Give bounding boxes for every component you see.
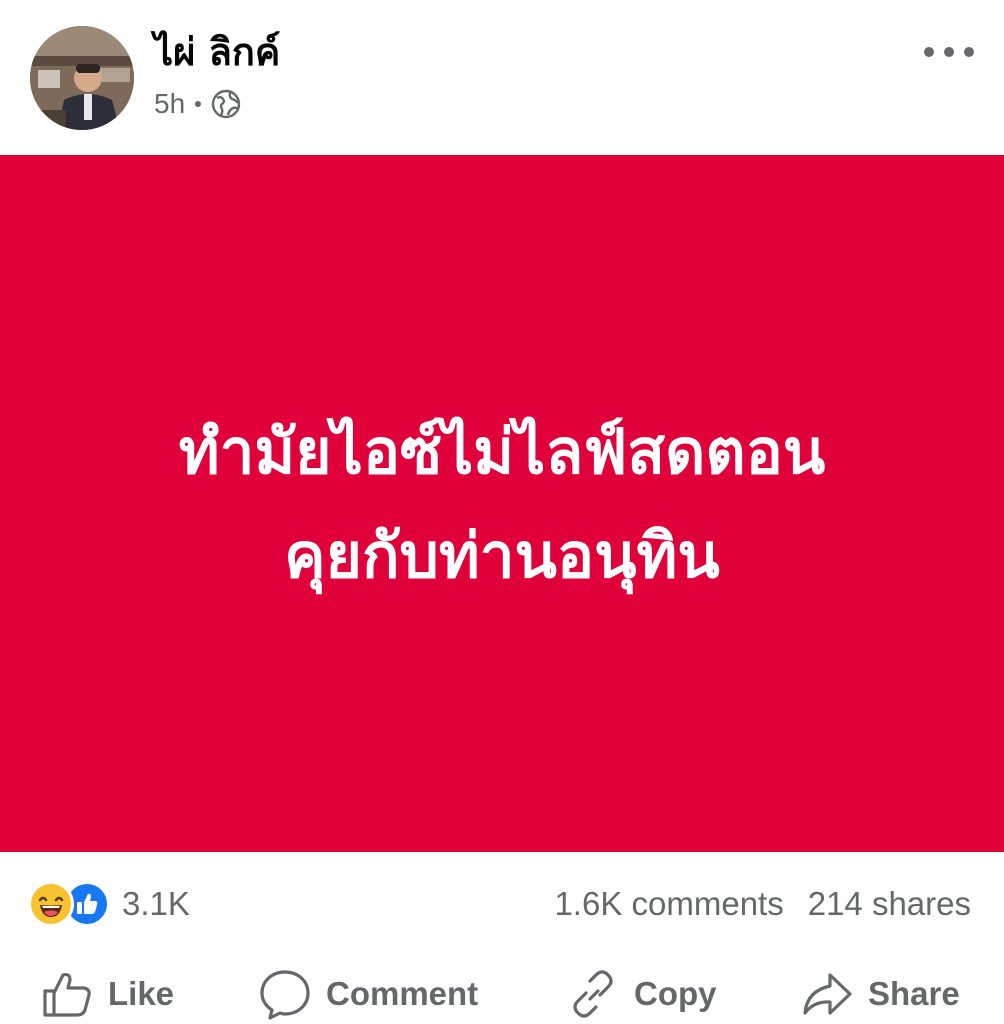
link-icon (573, 970, 613, 1018)
thumbs-up-icon (43, 972, 91, 1017)
post-stats: 3.1K 1.6K comments 214 shares (0, 852, 1004, 952)
shares-count[interactable]: 214 shares (808, 885, 971, 923)
like-label: Like (108, 975, 175, 1012)
share-label: Share (868, 975, 960, 1012)
banner-text-line-2: คุยกับท่านอนุทิน (284, 518, 720, 592)
like-button[interactable]: Like (40, 962, 174, 1024)
author-name[interactable]: ไผ่ ลิกค์ (154, 28, 280, 76)
share-arrow-icon (803, 973, 852, 1015)
engagement-counts: 1.6K comments 214 shares (554, 878, 971, 930)
meta-separator-dot (195, 101, 202, 107)
reaction-count: 3.1K (122, 885, 190, 922)
globe-icon[interactable] (211, 89, 241, 119)
post-header: ไผ่ ลิกค์ 5h (0, 0, 1004, 155)
copy-link-button[interactable]: Copy (566, 962, 717, 1024)
haha-icon (28, 881, 74, 927)
share-button[interactable]: Share (800, 962, 960, 1024)
comment-button[interactable]: Comment (258, 962, 478, 1024)
comment-label: Comment (326, 975, 479, 1012)
more-dot-icon (944, 47, 954, 57)
post-timestamp[interactable]: 5h (154, 88, 185, 120)
more-options-button[interactable] (924, 34, 974, 70)
post-meta: 5h (154, 86, 241, 122)
more-dot-icon (924, 47, 934, 57)
banner-text-line-1: ทำมัยไอซ์ไม่ไลฟ์สดตอน (178, 414, 826, 488)
speech-bubble-icon (260, 970, 310, 1020)
facebook-post: ไผ่ ลิกค์ 5h ทำมัยไอซ์ไม่ไลฟ์สดตอน คุยกั… (0, 0, 1004, 1024)
comments-count[interactable]: 1.6K comments (554, 885, 783, 923)
author-avatar[interactable] (30, 26, 134, 130)
copy-label: Copy (634, 975, 717, 1012)
more-dot-icon (964, 47, 974, 57)
avatar-photo (30, 26, 134, 130)
text-post-banner[interactable]: ทำมัยไอซ์ไม่ไลฟ์สดตอน คุยกับท่านอนุทิน (0, 155, 1004, 852)
post-action-bar: Like Comment Copy Share (0, 952, 1004, 1024)
reactions-summary[interactable]: 3.1K (28, 878, 190, 930)
